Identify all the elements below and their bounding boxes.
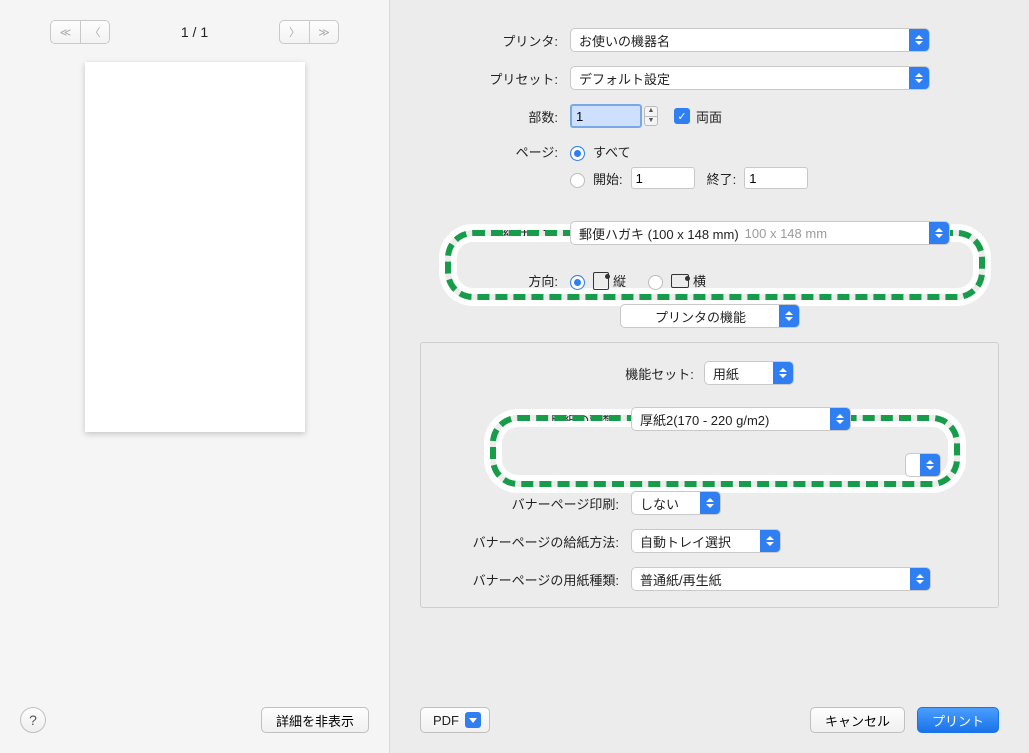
orientation-portrait-label: 縦 xyxy=(613,271,626,290)
from-input[interactable] xyxy=(631,167,695,189)
preset-label: プリセット: xyxy=(420,69,570,88)
preset-select[interactable]: デフォルト設定 xyxy=(570,66,930,90)
from-label: 開始: xyxy=(593,169,623,188)
pages-all-radio[interactable] xyxy=(570,146,585,161)
orientation-landscape-label: 横 xyxy=(693,271,706,290)
nav-back-group: ≪ 〈 xyxy=(50,20,110,44)
cancel-button[interactable]: キャンセル xyxy=(810,707,905,733)
copies-stepper[interactable]: ▲ ▼ xyxy=(644,106,658,126)
paper-size-value: 郵便ハガキ (100 x 148 mm) xyxy=(579,224,739,243)
printer-select[interactable]: お使いの機器名 xyxy=(570,28,930,52)
banner-paper-type-select[interactable]: 普通紙/再生紙 xyxy=(631,567,931,591)
banner-paper-type-value: 普通紙/再生紙 xyxy=(640,570,722,589)
printer-row: プリンタ: お使いの機器名 xyxy=(420,28,999,52)
orientation-row: 方向: 縦 横 xyxy=(420,271,999,290)
banner-print-value: しない xyxy=(640,494,679,513)
next-page-button[interactable]: 〉 xyxy=(279,20,309,44)
updown-icon xyxy=(920,454,940,476)
step-down-icon[interactable]: ▼ xyxy=(644,116,658,126)
banner-print-row: バナーページ印刷: しない xyxy=(441,491,978,515)
paper-type-value: 厚紙2(170 - 220 g/m2) xyxy=(640,410,769,429)
preset-value: デフォルト設定 xyxy=(579,69,670,88)
banner-feed-row: バナーページの給紙方法: 自動トレイ選択 xyxy=(441,529,978,553)
nav-forward-group: 〉 ≫ xyxy=(279,20,339,44)
preview-panel: ≪ 〈 1 / 1 〉 ≫ ? 詳細を非表示 xyxy=(0,0,390,753)
first-page-button[interactable]: ≪ xyxy=(50,20,80,44)
page-indicator: 1 / 1 xyxy=(181,24,208,40)
pdf-menu-button[interactable]: PDF xyxy=(420,707,490,733)
orientation-landscape-radio[interactable] xyxy=(648,275,663,290)
banner-feed-value: 自動トレイ選択 xyxy=(640,532,731,551)
printer-label: プリンタ: xyxy=(420,31,570,50)
feature-set-select[interactable]: 用紙 xyxy=(704,361,794,385)
banner-paper-type-label: バナーページの用紙種類: xyxy=(441,570,631,589)
pages-range-row: 開始: 終了: xyxy=(420,167,999,189)
print-dialog: ≪ 〈 1 / 1 〉 ≫ ? 詳細を非表示 プリンタ: お使いの機器名 xyxy=(0,0,1029,753)
paper-size-select[interactable]: 郵便ハガキ (100 x 148 mm) 100 x 148 mm xyxy=(570,221,950,245)
feature-group-value: プリンタの機能 xyxy=(655,307,746,326)
feature-set-value: 用紙 xyxy=(713,364,739,383)
updown-icon xyxy=(909,67,929,89)
copies-input[interactable] xyxy=(570,104,642,128)
two-sided-label: 両面 xyxy=(696,107,722,126)
copies-row: 部数: ▲ ▼ ✓ 両面 xyxy=(420,104,999,128)
orientation-label: 方向: xyxy=(420,271,570,290)
updown-icon xyxy=(830,408,850,430)
last-page-button[interactable]: ≫ xyxy=(309,20,339,44)
updown-icon xyxy=(700,492,720,514)
dialog-footer: PDF キャンセル プリント xyxy=(420,685,999,733)
banner-print-label: バナーページ印刷: xyxy=(441,494,631,513)
orientation-portrait-radio[interactable] xyxy=(570,275,585,290)
pages-all-label: すべて xyxy=(593,142,631,161)
pages-row: ページ: すべて xyxy=(420,142,999,161)
step-up-icon[interactable]: ▲ xyxy=(644,106,658,116)
paper-size-row: 用紙サイズ: 郵便ハガキ (100 x 148 mm) 100 x 148 mm xyxy=(420,221,999,245)
updown-icon xyxy=(909,29,929,51)
left-footer: ? 詳細を非表示 xyxy=(20,707,369,733)
page-thumbnail xyxy=(85,62,305,432)
paper-type-select[interactable]: 厚紙2(170 - 220 g/m2) xyxy=(631,407,851,431)
paper-size-label: 用紙サイズ: xyxy=(420,224,570,243)
updown-icon xyxy=(760,530,780,552)
updown-icon xyxy=(929,222,949,244)
feature-set-label: 機能セット: xyxy=(625,364,694,383)
paper-type-row: 用紙の種類: 厚紙2(170 - 220 g/m2) xyxy=(441,407,978,431)
hidden-row xyxy=(441,453,978,477)
updown-icon xyxy=(773,362,793,384)
two-sided-checkbox[interactable]: ✓ xyxy=(674,108,690,124)
chevron-down-icon xyxy=(465,712,481,728)
preview-navigation: ≪ 〈 1 / 1 〉 ≫ xyxy=(50,20,339,44)
landscape-icon xyxy=(671,274,689,288)
pages-range-radio[interactable] xyxy=(570,173,585,188)
paper-type-label: 用紙の種類: xyxy=(441,410,631,429)
to-input[interactable] xyxy=(744,167,808,189)
banner-feed-label: バナーページの給紙方法: xyxy=(441,532,631,551)
feature-group-row: プリンタの機能 xyxy=(420,304,999,328)
pages-label: ページ: xyxy=(420,142,570,161)
feature-group-select[interactable]: プリンタの機能 xyxy=(620,304,800,328)
print-button[interactable]: プリント xyxy=(917,707,999,733)
overflow-select[interactable] xyxy=(905,453,941,477)
footer-buttons: キャンセル プリント xyxy=(810,707,999,733)
printer-features-box: 機能セット: 用紙 用紙の種類: 厚紙2(170 - 220 g/m2) xyxy=(420,342,999,608)
updown-icon xyxy=(779,305,799,327)
preset-row: プリセット: デフォルト設定 xyxy=(420,66,999,90)
prev-page-button[interactable]: 〈 xyxy=(80,20,110,44)
settings-panel: プリンタ: お使いの機器名 プリセット: デフォルト設定 部数: ▲ ▼ ✓ 両… xyxy=(390,0,1029,753)
to-label: 終了: xyxy=(707,169,737,188)
copies-label: 部数: xyxy=(420,107,570,126)
updown-icon xyxy=(910,568,930,590)
printer-value: お使いの機器名 xyxy=(579,31,670,50)
paper-size-dim: 100 x 148 mm xyxy=(745,226,827,241)
hide-details-button[interactable]: 詳細を非表示 xyxy=(261,707,369,733)
help-button[interactable]: ? xyxy=(20,707,46,733)
portrait-icon xyxy=(593,272,609,290)
banner-print-select[interactable]: しない xyxy=(631,491,721,515)
feature-set-row: 機能セット: 用紙 xyxy=(441,361,978,385)
banner-paper-type-row: バナーページの用紙種類: 普通紙/再生紙 xyxy=(441,567,978,591)
pdf-label: PDF xyxy=(433,713,459,728)
banner-feed-select[interactable]: 自動トレイ選択 xyxy=(631,529,781,553)
